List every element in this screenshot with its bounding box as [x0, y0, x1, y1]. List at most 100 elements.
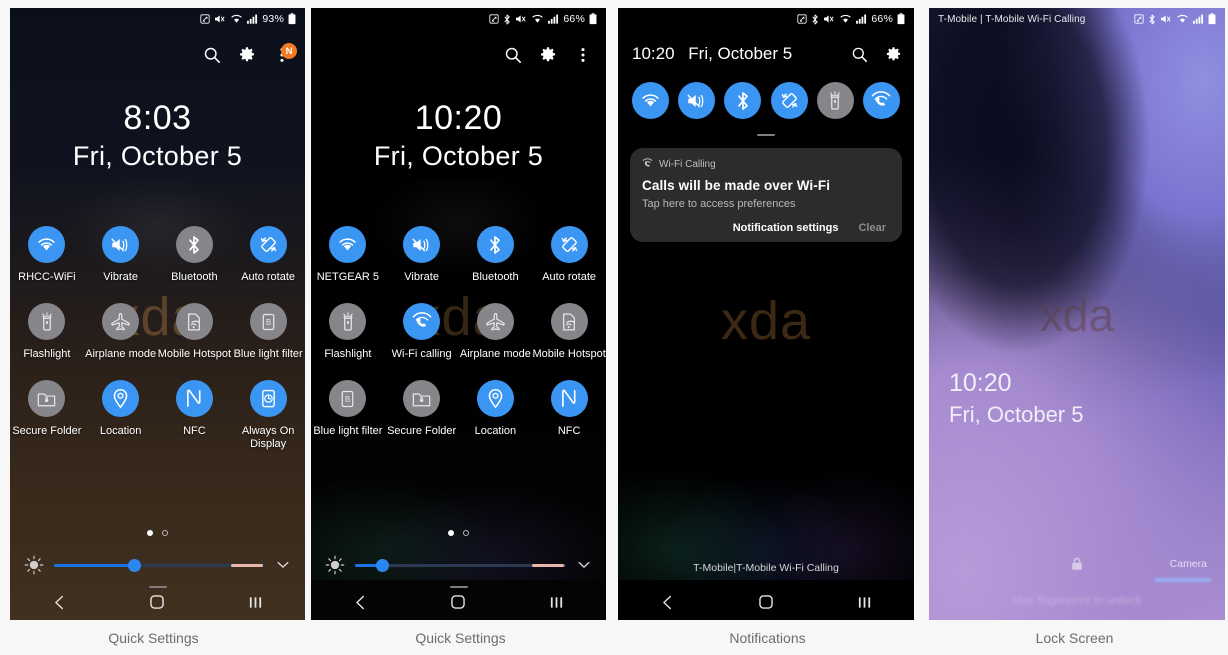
- wifi-calling-icon[interactable]: [862, 82, 900, 119]
- hotspot-icon[interactable]: [175, 303, 213, 340]
- aod-icon[interactable]: [249, 380, 287, 417]
- vibrate-icon[interactable]: [678, 82, 716, 119]
- secure-folder-icon[interactable]: [403, 380, 441, 417]
- quick-settings-tile[interactable]: B Blue light filter: [231, 303, 305, 361]
- panel-row: 93% N 8:03 Fri, October 5 xda RHCC-WiFi …: [0, 0, 1228, 620]
- panel-drag-handle[interactable]: [757, 134, 775, 136]
- wifi-icon[interactable]: [632, 82, 669, 119]
- quick-settings-tile[interactable]: Bluetooth: [459, 226, 533, 284]
- quick-settings-tile[interactable]: Secure Folder: [385, 380, 459, 438]
- quick-settings-tile[interactable]: Vibrate: [84, 226, 158, 284]
- brightness-track[interactable]: [355, 558, 566, 572]
- brightness-knob[interactable]: [375, 558, 389, 572]
- back-button[interactable]: [340, 595, 380, 610]
- search-icon[interactable]: [203, 46, 221, 64]
- home-button[interactable]: [746, 594, 786, 610]
- quick-settings-tile[interactable]: Flashlight: [10, 303, 84, 361]
- notification-card[interactable]: Wi-Fi Calling Calls will be made over Wi…: [630, 148, 902, 242]
- back-button[interactable]: [647, 595, 687, 610]
- location-icon[interactable]: [476, 380, 514, 417]
- blue-light-icon[interactable]: B: [249, 303, 287, 340]
- quick-settings-tile[interactable]: B Blue light filter: [311, 380, 385, 438]
- quick-settings-tile[interactable]: Auto rotate: [532, 226, 606, 284]
- wifi-icon[interactable]: [329, 226, 367, 263]
- flashlight-icon[interactable]: [28, 303, 66, 340]
- page-dot[interactable]: [463, 530, 469, 536]
- recents-button[interactable]: [236, 595, 276, 610]
- recents-button[interactable]: [845, 595, 885, 610]
- home-button[interactable]: [137, 594, 177, 610]
- brightness-knob[interactable]: [127, 558, 141, 572]
- quick-settings-tile[interactable]: Airplane mode: [84, 303, 158, 361]
- hotspot-icon[interactable]: [550, 303, 588, 340]
- wifi-icon[interactable]: [28, 226, 66, 263]
- quick-settings-tile[interactable]: Bluetooth: [158, 226, 232, 284]
- quick-settings-tile[interactable]: NFC: [532, 380, 606, 438]
- quick-settings-tile[interactable]: Location: [84, 380, 158, 451]
- location-icon[interactable]: [102, 380, 140, 417]
- notification-settings-button[interactable]: Notification settings: [733, 222, 839, 234]
- page-dot-active[interactable]: [448, 530, 454, 536]
- quick-settings-tile[interactable]: Mobile Hotspot: [158, 303, 232, 361]
- nfc-tile-icon[interactable]: [550, 380, 588, 417]
- panel-clock[interactable]: 10:20 Fri, October 5: [632, 44, 792, 64]
- chevron-down-icon[interactable]: [275, 557, 291, 573]
- quick-settings-tile[interactable]: Airplane mode: [459, 303, 533, 361]
- auto-rotate-icon[interactable]: [249, 226, 287, 263]
- battery-percent-label: 93%: [262, 13, 284, 25]
- status-bar: 66%: [618, 8, 914, 30]
- bluetooth-icon[interactable]: [476, 226, 514, 263]
- gear-icon[interactable]: [539, 46, 557, 64]
- quick-settings-tile[interactable]: Mobile Hotspot: [532, 303, 606, 361]
- quick-settings-tile[interactable]: Auto rotate: [231, 226, 305, 284]
- lock-clock-widget[interactable]: 10:20 Fri, October 5: [949, 368, 1083, 430]
- brightness-slider-row-1[interactable]: [10, 555, 305, 575]
- nfc-tile-icon[interactable]: [175, 380, 213, 417]
- chevron-down-icon[interactable]: [576, 557, 592, 573]
- page-dot[interactable]: [162, 530, 168, 536]
- caption-panel-1: Quick Settings: [108, 629, 199, 646]
- search-icon[interactable]: [504, 46, 522, 64]
- brightness-slider-row-2[interactable]: [311, 555, 606, 575]
- home-button[interactable]: [438, 594, 478, 610]
- quick-settings-tile[interactable]: RHCC-WiFi: [10, 226, 84, 284]
- quick-settings-tile[interactable]: Wi-Fi calling: [385, 303, 459, 361]
- vibrate-icon[interactable]: [102, 226, 140, 263]
- camera-shortcut-label[interactable]: Camera: [1170, 558, 1207, 570]
- clock-widget-1[interactable]: 8:03 Fri, October 5: [10, 98, 305, 174]
- bluetooth-icon[interactable]: [724, 82, 762, 119]
- clear-button[interactable]: Clear: [858, 222, 886, 234]
- page-dot-active[interactable]: [147, 530, 153, 536]
- clock-widget-2[interactable]: 10:20 Fri, October 5: [311, 98, 606, 174]
- flashlight-icon[interactable]: [816, 82, 854, 119]
- quick-settings-tile[interactable]: Flashlight: [311, 303, 385, 361]
- recents-button[interactable]: [537, 595, 577, 610]
- gear-icon[interactable]: [885, 46, 902, 63]
- vibrate-icon[interactable]: [403, 226, 441, 263]
- bluetooth-icon[interactable]: [175, 226, 213, 263]
- brightness-track[interactable]: [54, 558, 265, 572]
- flashlight-icon[interactable]: [329, 303, 367, 340]
- search-icon[interactable]: [851, 46, 868, 63]
- blue-light-icon[interactable]: B: [329, 380, 367, 417]
- wifi-calling-icon[interactable]: [403, 303, 441, 340]
- auto-rotate-icon[interactable]: [770, 82, 808, 119]
- overflow-menu-icon[interactable]: N: [273, 43, 297, 64]
- quick-settings-tile[interactable]: NETGEAR 5: [311, 226, 385, 284]
- camera-shortcut-handle[interactable]: [1155, 578, 1211, 582]
- back-button[interactable]: [39, 595, 79, 610]
- quick-settings-tile[interactable]: Always On Display: [231, 380, 305, 451]
- quick-settings-tile[interactable]: Location: [459, 380, 533, 438]
- overflow-menu-icon[interactable]: [574, 46, 592, 64]
- quick-settings-tile-label: Location: [474, 425, 517, 437]
- quick-settings-tile[interactable]: Secure Folder: [10, 380, 84, 451]
- gear-icon[interactable]: [238, 46, 256, 64]
- auto-rotate-icon[interactable]: [550, 226, 588, 263]
- quick-settings-tile[interactable]: NFC: [158, 380, 232, 451]
- airplane-icon[interactable]: [476, 303, 514, 340]
- quick-settings-tile[interactable]: Vibrate: [385, 226, 459, 284]
- airplane-icon[interactable]: [102, 303, 140, 340]
- secure-folder-icon[interactable]: [28, 380, 66, 417]
- panel-lock-screen: T-Mobile | T-Mobile Wi-Fi Calling xda 10…: [921, 0, 1228, 620]
- wifi-icon: [230, 14, 243, 24]
